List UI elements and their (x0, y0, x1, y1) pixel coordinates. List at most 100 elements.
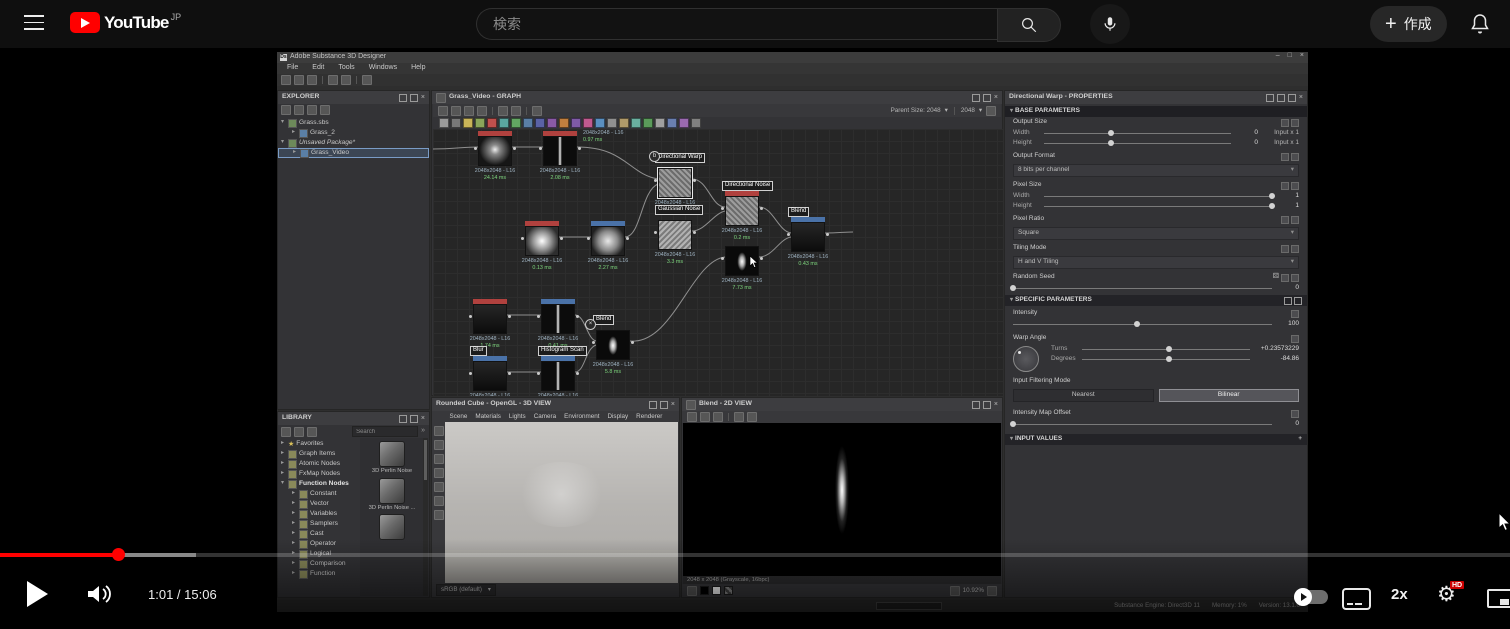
view3d-menu-renderer[interactable]: Renderer (633, 413, 666, 421)
graph-node[interactable]: 2048x2048 - L1624.14 ms (478, 131, 512, 166)
graph-node[interactable]: 2048x2048 - L16Histogram Scan (541, 356, 575, 391)
library-asset[interactable]: 3D Perlin Noise ... (363, 478, 421, 512)
caret-icon[interactable]: ▸ (292, 530, 295, 538)
random-seed-slider[interactable] (1013, 288, 1272, 289)
panel-dock-icon[interactable] (1288, 94, 1296, 102)
library-item[interactable]: ▸Variables (278, 509, 360, 519)
palette-node-icon-4[interactable] (487, 118, 497, 128)
section-base-parameters[interactable]: ▾ BASE PARAMETERS (1005, 106, 1307, 117)
graph-snap-icon[interactable] (532, 106, 542, 116)
explorer-save-icon[interactable] (307, 105, 317, 115)
graph-node[interactable]: 2048x2048 - L160.2 msDirectional Noise (725, 191, 759, 226)
caret-icon[interactable]: ▾ (281, 119, 284, 127)
panel-dock-icon[interactable] (983, 94, 991, 102)
palette-node-icon-18[interactable] (655, 118, 665, 128)
library-item[interactable]: ▸Graph Items (278, 449, 360, 459)
library-view-icon[interactable] (281, 427, 291, 437)
new-file-icon[interactable] (281, 75, 291, 85)
miniplayer-button[interactable] (1487, 589, 1510, 608)
progress-bar[interactable] (0, 553, 1510, 557)
tiling-mode-dropdown[interactable]: H and V Tiling ▾ (1013, 256, 1299, 269)
palette-node-icon-11[interactable] (571, 118, 581, 128)
graph-node[interactable]: 2048x2048 - L161.74 ms (473, 299, 507, 334)
reset-icon[interactable] (1291, 119, 1299, 127)
explorer-filter-icon[interactable] (320, 105, 330, 115)
library-item[interactable]: ▸★Favorites (278, 439, 360, 449)
output-height-slider[interactable] (1044, 143, 1231, 144)
graph-node[interactable]: 2048x2048 - L160.43 msBlend (791, 217, 825, 252)
panel-float-icon[interactable] (972, 94, 980, 102)
panel-close-icon[interactable]: × (994, 95, 998, 101)
view2d-tool-icon-2[interactable] (700, 412, 710, 422)
save-icon[interactable] (307, 75, 317, 85)
pixel-height-slider[interactable] (1044, 206, 1272, 207)
palette-node-icon-20[interactable] (679, 118, 689, 128)
graph-tool-icon-2[interactable] (451, 106, 461, 116)
window-maximize-button[interactable]: □ (1288, 52, 1292, 61)
function-toggle-icon[interactable] (1281, 182, 1289, 190)
filtering-bilinear-button[interactable]: Bilinear (1159, 389, 1300, 402)
search-input[interactable] (476, 8, 997, 40)
reset-icon[interactable] (1291, 153, 1299, 161)
function-toggle-icon[interactable] (1281, 119, 1289, 127)
wireframe-icon[interactable] (434, 454, 444, 464)
explorer-new-icon[interactable] (281, 105, 291, 115)
more-icon[interactable] (1294, 297, 1302, 305)
graph-node[interactable]: 2048x2048 - L162.27 ms (591, 221, 625, 256)
explorer-item[interactable]: ▸Grass_2 (278, 128, 429, 138)
explorer-item[interactable]: ▸Grass_Video (278, 148, 429, 158)
panel-close-icon[interactable]: × (421, 95, 425, 101)
panel-dock-icon[interactable] (410, 94, 418, 102)
palette-node-icon-16[interactable] (631, 118, 641, 128)
settings-button[interactable]: ⚙ HD (1437, 582, 1456, 607)
caret-icon[interactable]: ▸ (293, 149, 296, 157)
search-button[interactable] (997, 8, 1061, 42)
reset-icon[interactable] (1291, 274, 1299, 282)
subtitles-button[interactable] (1342, 588, 1371, 610)
graph-node[interactable]: 2048x2048 - L168.24 msDirectional Warp (658, 163, 692, 198)
view2d-tool-icon-5[interactable] (747, 412, 757, 422)
caret-icon[interactable]: ▸ (281, 440, 284, 448)
panel-dock-icon[interactable] (660, 401, 668, 409)
view2d-tool-icon-3[interactable] (713, 412, 723, 422)
explorer-item[interactable]: ▾Unsaved Package* (278, 138, 429, 148)
library-item[interactable]: ▸Samplers (278, 519, 360, 529)
panel-close-icon[interactable]: × (1299, 95, 1303, 101)
library-search-input[interactable] (352, 426, 418, 437)
voice-search-button[interactable] (1090, 4, 1130, 44)
camera-icon[interactable] (434, 426, 444, 436)
parent-size-dropdown[interactable]: Parent Size: 2048 (891, 107, 941, 115)
palette-node-icon-6[interactable] (511, 118, 521, 128)
palette-node-icon-7[interactable] (523, 118, 533, 128)
function-toggle-icon[interactable] (1291, 310, 1299, 318)
menu-windows[interactable]: Windows (363, 64, 403, 73)
output-format-dropdown[interactable]: 8 bits per channel ▾ (1013, 164, 1299, 177)
window-close-button[interactable]: × (1300, 52, 1304, 61)
pixel-width-slider[interactable] (1044, 196, 1272, 197)
redo-icon[interactable] (341, 75, 351, 85)
graph-node[interactable]: 2048x2048 - L163.3 msGaussian Noise (658, 215, 692, 250)
turns-slider[interactable] (1082, 349, 1250, 350)
panel-close-icon[interactable]: × (421, 416, 425, 422)
graph-settings-icon[interactable] (986, 106, 996, 116)
caret-icon[interactable]: ▾ (281, 480, 284, 488)
output-width-slider[interactable] (1044, 133, 1231, 134)
reset-view-icon[interactable] (434, 510, 444, 520)
angle-dial[interactable] (1013, 346, 1039, 372)
graph-canvas[interactable]: 2048x2048 - L1624.14 ms 2048x2048 - L162.… (433, 129, 1003, 396)
caret-icon[interactable]: ▸ (292, 490, 295, 498)
height-inherit-link[interactable]: Input x 1 (1263, 139, 1299, 147)
graph-tool-icon-3[interactable] (464, 106, 474, 116)
library-asset[interactable]: 3D Perlin Noise (363, 441, 421, 475)
view3d-menu-display[interactable]: Display (604, 413, 632, 421)
view3d-menu-environment[interactable]: Environment (561, 413, 603, 421)
playback-speed-button[interactable]: 2x (1391, 586, 1408, 603)
window-minimize-button[interactable]: – (1276, 52, 1280, 61)
section-specific-parameters[interactable]: ▾ SPECIFIC PARAMETERS (1005, 295, 1307, 306)
reset-icon[interactable] (1291, 245, 1299, 253)
view3d-menu-materials[interactable]: Materials (472, 413, 505, 421)
palette-node-icon-15[interactable] (619, 118, 629, 128)
view2d-tool-icon-1[interactable] (687, 412, 697, 422)
function-toggle-icon[interactable] (1291, 335, 1299, 343)
panel-close-icon[interactable]: × (994, 402, 998, 408)
